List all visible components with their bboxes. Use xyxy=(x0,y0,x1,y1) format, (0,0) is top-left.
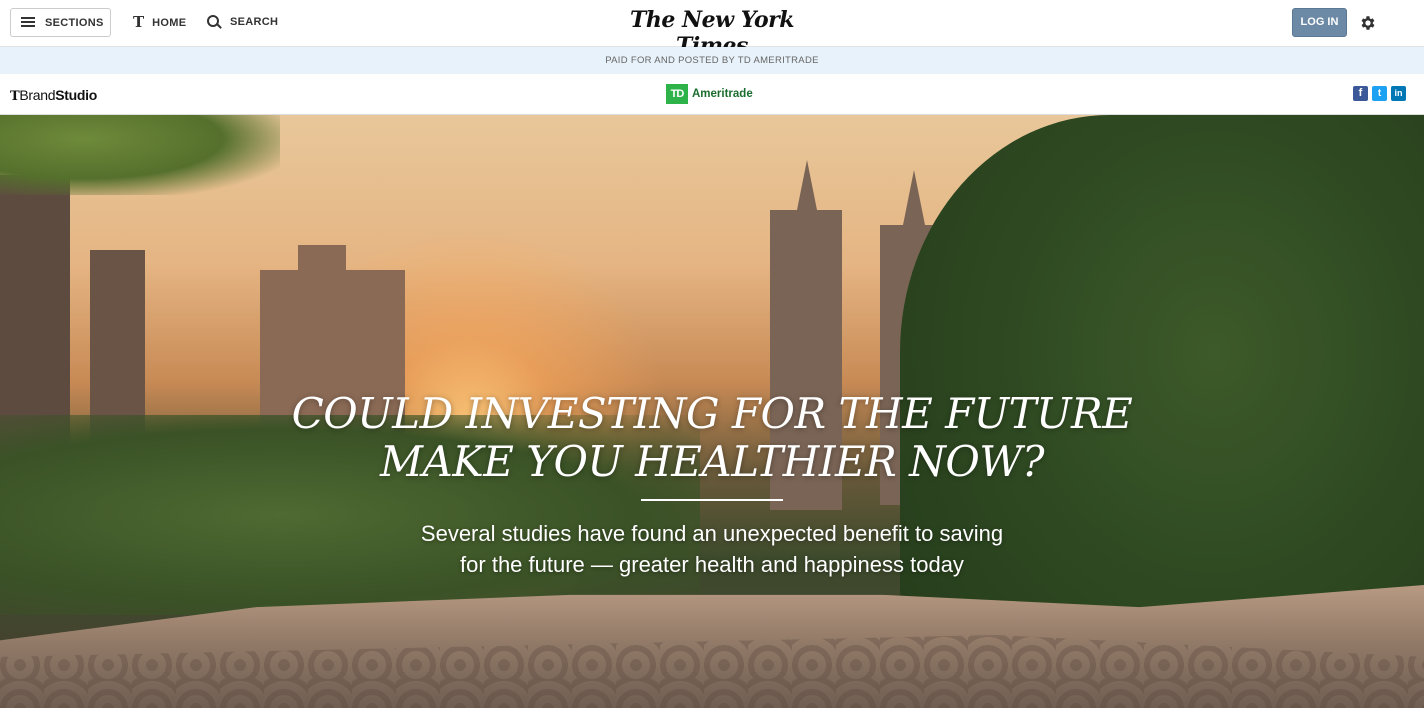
hamburger-icon xyxy=(21,17,35,28)
brand-bar: TBrandStudio TD Ameritrade f t in xyxy=(0,74,1424,115)
home-label: HOME xyxy=(152,16,187,29)
foreground-leaves xyxy=(0,115,280,195)
td-badge-icon: TD xyxy=(666,84,688,104)
subhead-line-1: Several studies have found an unexpected… xyxy=(420,521,1004,546)
skyline-tower-spire xyxy=(795,160,819,220)
brandstudio-brand: Brand xyxy=(19,87,56,103)
brandstudio-logo[interactable]: TBrandStudio xyxy=(10,87,97,104)
brandstudio-t-icon: T xyxy=(10,89,20,104)
td-ameritrade-logo[interactable]: TD Ameritrade xyxy=(666,84,753,104)
skyline-tower-spire xyxy=(902,170,926,230)
masthead: SECTIONS T HOME SEARCH The New York Time… xyxy=(0,0,1424,59)
gear-icon[interactable] xyxy=(1359,14,1377,32)
headline-divider xyxy=(641,499,783,501)
paid-post-banner: PAID FOR AND POSTED BY TD AMERITRADE xyxy=(0,47,1424,74)
sections-button[interactable]: SECTIONS xyxy=(10,8,111,37)
headline-line-2: MAKE YOU HEALTHIER NOW? xyxy=(380,437,1044,486)
nyt-t-icon: T xyxy=(133,13,145,31)
sections-label: SECTIONS xyxy=(45,16,104,29)
skyline-building xyxy=(298,245,346,285)
login-button[interactable]: LOG IN xyxy=(1292,8,1347,37)
linkedin-share-icon[interactable]: in xyxy=(1391,86,1406,101)
article-headline: COULD INVESTING FOR THE FUTURE MAKE YOU … xyxy=(262,390,1162,486)
subhead-line-2: for the future — greater health and happ… xyxy=(460,552,964,577)
facebook-share-icon[interactable]: f xyxy=(1353,86,1368,101)
headline-line-1: COULD INVESTING FOR THE FUTURE xyxy=(291,389,1133,438)
search-label: SEARCH xyxy=(230,16,279,28)
search-icon xyxy=(207,15,222,29)
home-link[interactable]: T HOME xyxy=(133,15,186,30)
article-subhead: Several studies have found an unexpected… xyxy=(362,518,1062,580)
search-link[interactable]: SEARCH xyxy=(207,15,278,29)
brandstudio-studio: Studio xyxy=(55,87,97,103)
hero-image: COULD INVESTING FOR THE FUTURE MAKE YOU … xyxy=(0,115,1424,708)
twitter-share-icon[interactable]: t xyxy=(1372,86,1387,101)
sponsor-name: Ameritrade xyxy=(692,88,753,100)
